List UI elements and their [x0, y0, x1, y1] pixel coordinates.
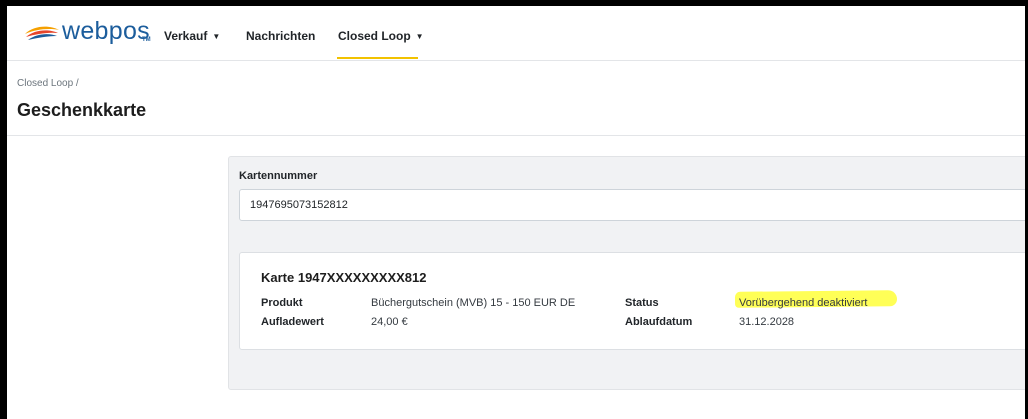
logo-text: webpos — [62, 17, 150, 45]
card-number-label: Kartennummer — [239, 170, 318, 182]
charge-value: 24,00 € — [371, 316, 408, 328]
card-details: Karte 1947XXXXXXXXX812 Produkt Büchergut… — [239, 252, 1025, 350]
logo-mark-icon — [25, 26, 59, 40]
nav-label: Verkauf — [164, 29, 208, 43]
top-navbar: webpos TM Verkauf ▼ Nachrichten Closed Lo… — [7, 6, 1025, 61]
logo-trademark: TM — [142, 37, 151, 43]
charge-value-label: Aufladewert — [261, 316, 324, 328]
nav-label: Closed Loop — [338, 29, 411, 43]
page-title: Geschenkkarte — [17, 100, 147, 120]
nav-label: Nachrichten — [246, 29, 316, 43]
nav-item-verkauf[interactable]: Verkauf ▼ — [164, 29, 220, 43]
nav-item-nachrichten[interactable]: Nachrichten — [246, 29, 315, 43]
status-label: Status — [625, 297, 659, 309]
expiry-label: Ablaufdatum — [625, 316, 693, 328]
expiry-value: 31.12.2028 — [739, 316, 795, 328]
webpos-logo[interactable]: webpos TM — [24, 17, 154, 49]
card-title: Karte 1947XXXXXXXXX812 — [261, 270, 427, 285]
main-content: Kartennummer Karte 1947XXXXXXXXX812 Prod… — [7, 136, 1025, 419]
chevron-down-icon: ▼ — [212, 32, 221, 41]
status-value: Vorübergehend deaktiviert — [739, 297, 868, 309]
product-label: Produkt — [261, 297, 303, 309]
page-header: Closed Loop / Geschenkkarte — [7, 61, 1025, 136]
chevron-down-icon: ▼ — [415, 32, 424, 41]
card-number-input[interactable] — [239, 189, 1025, 221]
card-lookup-panel: Kartennummer Karte 1947XXXXXXXXX812 Prod… — [228, 156, 1025, 390]
nav-active-indicator — [337, 57, 418, 59]
app-window: webpos TM Verkauf ▼ Nachrichten Closed Lo… — [7, 6, 1025, 419]
nav-item-closed-loop[interactable]: Closed Loop ▼ — [338, 29, 424, 43]
product-value: Büchergutschein (MVB) 15 - 150 EUR DE — [371, 297, 576, 309]
breadcrumb[interactable]: Closed Loop / — [17, 78, 79, 89]
